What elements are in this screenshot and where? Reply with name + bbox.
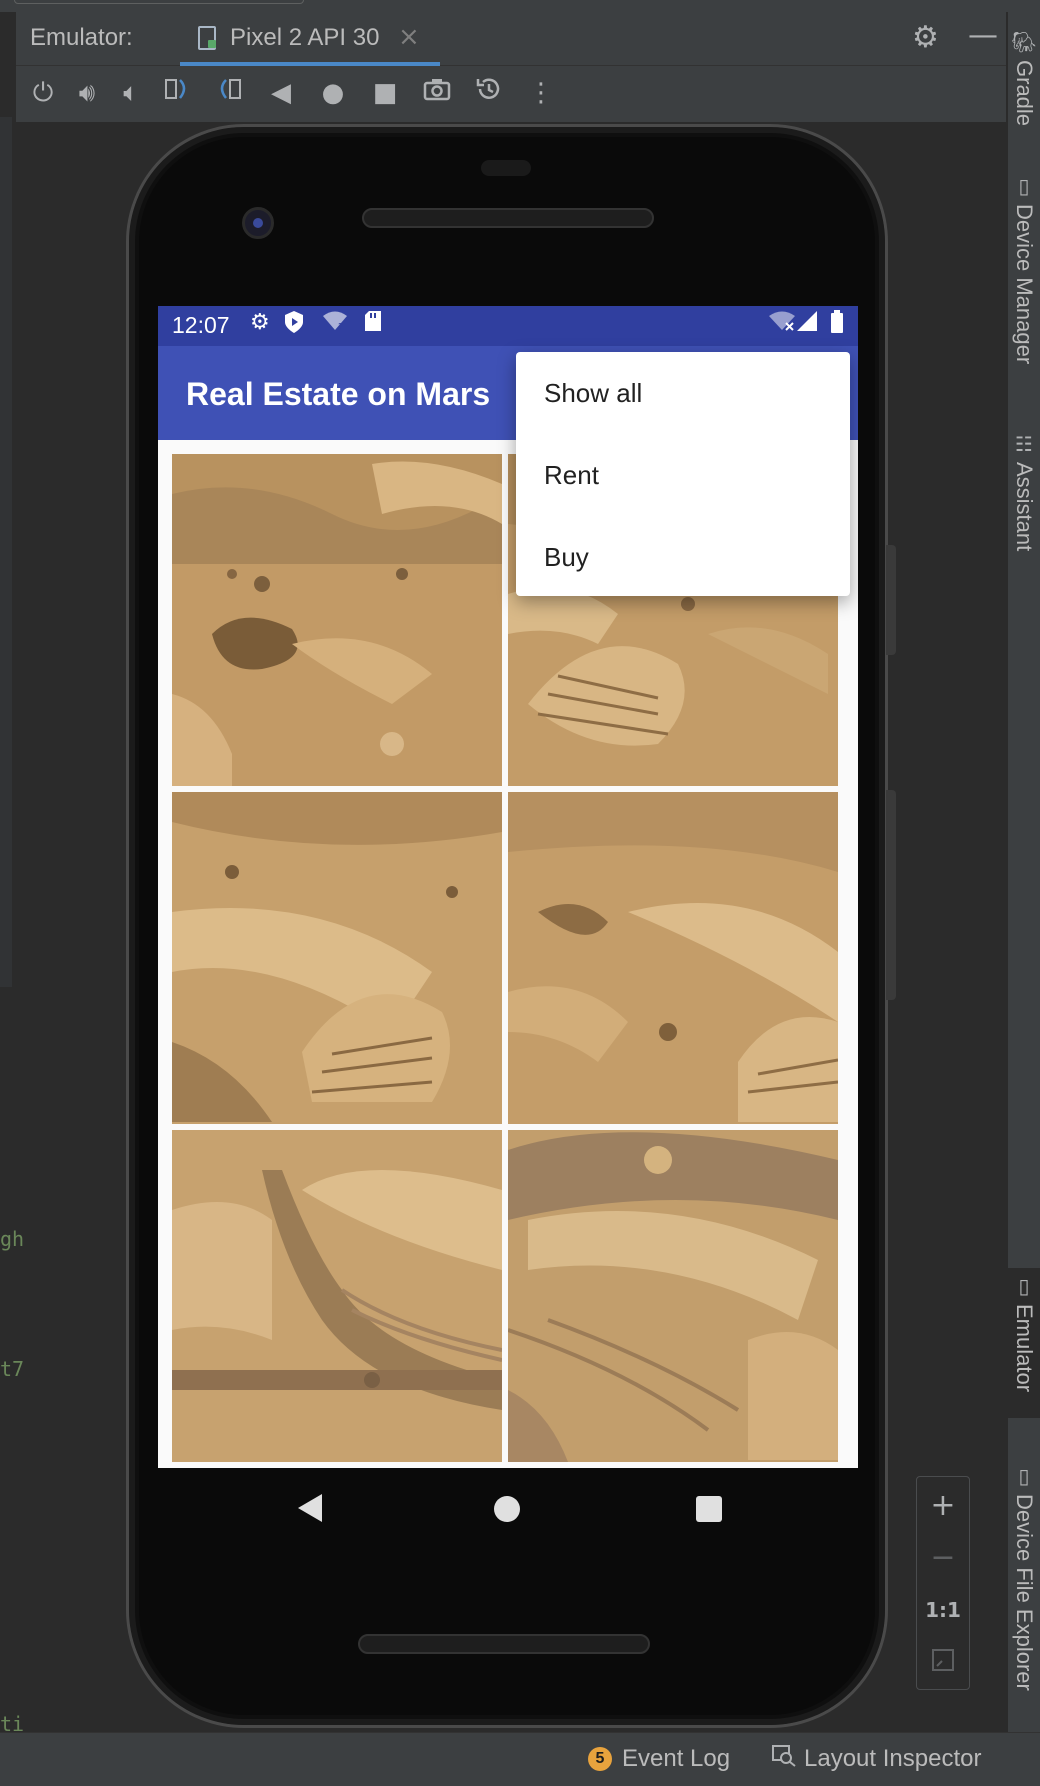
device-icon xyxy=(198,26,216,50)
editor-scroll-region xyxy=(0,117,12,987)
device-screen[interactable]: 12:07 ⚙ ? Real Estate on Mars Show all R… xyxy=(158,306,858,1468)
editor-gutter: gh t7 ti xyxy=(0,12,24,1736)
tab-device-file-explorer-label: Device File Explorer xyxy=(1012,1494,1037,1691)
phone-volume-button xyxy=(886,790,896,1000)
zoom-controls: + − 1:1 xyxy=(916,1476,970,1690)
snapshot-icon[interactable] xyxy=(470,74,508,112)
phone-speaker-bottom xyxy=(358,1634,650,1654)
home-icon[interactable]: ● xyxy=(314,74,352,112)
mars-property-photo[interactable] xyxy=(172,792,502,1124)
tab-emulator[interactable]: ▯ Emulator xyxy=(1008,1268,1040,1418)
camera-icon xyxy=(242,207,274,239)
menu-item-buy[interactable]: Buy xyxy=(516,516,850,598)
nav-home-icon[interactable] xyxy=(494,1496,520,1522)
tab-device-file-explorer[interactable]: ▯ Device File Explorer xyxy=(1008,1464,1040,1691)
editor-tab-ghost xyxy=(14,0,304,4)
mars-property-photo[interactable] xyxy=(508,792,838,1124)
menu-item-rent[interactable]: Rent xyxy=(516,434,850,516)
volume-up-icon[interactable]: 🔊︎ xyxy=(68,74,106,112)
tab-gradle[interactable]: 🐘︎ Gradle xyxy=(1008,30,1040,126)
wifi-off-icon xyxy=(768,310,796,338)
gear-icon[interactable]: ⚙ xyxy=(912,20,939,55)
device-tab[interactable]: Pixel 2 API 30 × xyxy=(180,12,440,66)
tab-device-manager-label: Device Manager xyxy=(1012,204,1037,365)
ide-top-strip xyxy=(0,0,1040,12)
code-fragment: t7 xyxy=(0,1357,25,1381)
mars-property-photo[interactable] xyxy=(172,454,502,786)
app-title: Real Estate on Mars xyxy=(186,376,491,412)
tab-emulator-label: Emulator xyxy=(1012,1304,1037,1393)
more-icon[interactable]: ⋮ xyxy=(522,74,560,112)
back-icon[interactable]: ◀ xyxy=(262,74,300,112)
gradle-icon: 🐘︎ xyxy=(1011,30,1037,54)
overflow-menu: Show all Rent Buy xyxy=(516,352,850,596)
zoom-actual-size-button[interactable]: 1:1 xyxy=(917,1585,969,1635)
settings-icon: ⚙ xyxy=(250,310,270,335)
zoom-in-button[interactable]: + xyxy=(917,1481,969,1531)
device-file-explorer-icon: ▯ xyxy=(1018,1464,1030,1488)
rotate-left-icon[interactable] xyxy=(158,74,196,112)
code-fragment: gh xyxy=(0,1227,25,1251)
battery-icon xyxy=(830,310,844,340)
tab-gradle-label: Gradle xyxy=(1012,60,1037,127)
event-log-count-badge: 5 xyxy=(588,1747,612,1771)
svg-text:?: ? xyxy=(338,322,343,332)
status-time: 12:07 xyxy=(172,312,230,338)
minimize-icon[interactable]: — xyxy=(968,18,998,53)
emulator-toolbar: ⏻ 🔊︎ 🔈︎ ◀ ● ■ ⋮ xyxy=(16,66,1006,122)
phone-sensor xyxy=(481,160,531,176)
tab-assistant-label: Assistant xyxy=(1012,462,1037,552)
volume-down-icon[interactable]: 🔈︎ xyxy=(112,74,150,112)
ide-status-bar: 5 Event Log Layout Inspector xyxy=(0,1732,1040,1786)
layout-inspector-label: Layout Inspector xyxy=(804,1745,982,1772)
layout-inspector-icon xyxy=(772,1745,796,1773)
nav-back-icon[interactable] xyxy=(298,1494,322,1522)
rotate-right-icon[interactable] xyxy=(210,74,248,112)
tab-assistant[interactable]: ☷ Assistant xyxy=(1008,432,1040,551)
android-nav-bar xyxy=(158,1468,858,1548)
event-log-button[interactable]: 5 Event Log xyxy=(588,1745,730,1773)
menu-item-show-all[interactable]: Show all xyxy=(516,352,850,434)
zoom-out-button[interactable]: − xyxy=(917,1533,969,1583)
overview-icon[interactable]: ■ xyxy=(366,74,404,112)
emulator-label: Emulator: xyxy=(30,24,133,51)
nav-recents-icon[interactable] xyxy=(696,1496,722,1522)
close-icon[interactable]: × xyxy=(398,22,420,52)
emulator-icon: ▯ xyxy=(1018,1274,1030,1298)
signal-icon xyxy=(796,310,818,338)
emulator-header: Emulator: Pixel 2 API 30 × ⚙ — xyxy=(16,12,1006,66)
device-manager-icon: ▯ xyxy=(1018,174,1030,198)
phone-speaker-top xyxy=(362,208,654,228)
mars-property-photo[interactable] xyxy=(508,1130,838,1462)
zoom-fit-button[interactable] xyxy=(917,1635,969,1685)
layout-inspector-button[interactable]: Layout Inspector xyxy=(772,1745,981,1773)
phone-power-button xyxy=(886,545,896,655)
right-tool-strip: 🐘︎ Gradle ▯ Device Manager ☷ Assistant ▯… xyxy=(1008,12,1040,1732)
tab-device-manager[interactable]: ▯ Device Manager xyxy=(1008,174,1040,364)
screenshot-icon[interactable] xyxy=(418,74,456,112)
power-icon[interactable]: ⏻ xyxy=(24,74,62,112)
assistant-icon: ☷ xyxy=(1015,432,1033,456)
device-tab-title: Pixel 2 API 30 xyxy=(230,24,380,51)
event-log-label: Event Log xyxy=(622,1745,731,1772)
shield-icon xyxy=(284,310,304,340)
mars-property-photo[interactable] xyxy=(172,1130,502,1462)
android-status-bar: 12:07 ⚙ ? xyxy=(158,306,858,346)
wifi-unknown-icon: ? xyxy=(322,310,348,338)
sd-card-icon xyxy=(364,310,382,338)
